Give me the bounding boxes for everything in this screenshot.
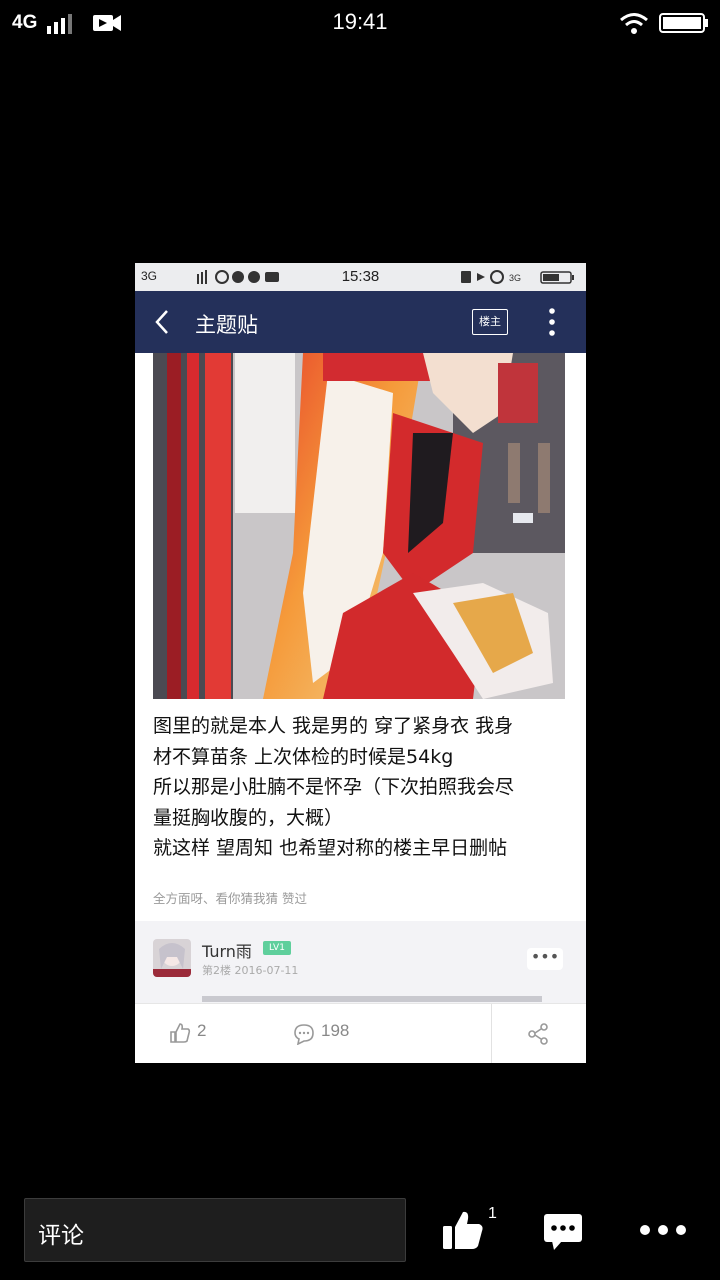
clock: 19:41 bbox=[332, 9, 388, 34]
post-line: 量挺胸收腹的，大概） bbox=[153, 806, 344, 829]
like-count: 1 bbox=[488, 1205, 497, 1222]
comment-input[interactable]: 评论 bbox=[24, 1198, 406, 1262]
reply-meta: 第2楼 2016-07-11 bbox=[202, 964, 299, 977]
user-avatar bbox=[153, 939, 191, 977]
like-outline-icon bbox=[170, 1023, 191, 1043]
reply-username: Turn雨 bbox=[202, 942, 252, 961]
comment-input-placeholder: 评论 bbox=[38, 1223, 84, 1249]
viewed-screenshot: 3G 15:38 3G 主题贴 楼主 图里的就是本人 我是男的 穿了紧身衣 我身… bbox=[135, 263, 586, 1063]
share-icon bbox=[528, 1023, 548, 1045]
comment-outline-icon bbox=[294, 1024, 314, 1045]
inner-status-icons: 3G bbox=[461, 270, 574, 284]
more-options-icon[interactable] bbox=[638, 1220, 688, 1240]
inner-page-title: 主题贴 bbox=[195, 313, 258, 337]
post-line: 材不算苗条 上次体检的时候是54kg bbox=[153, 745, 454, 768]
battery-icon bbox=[659, 13, 708, 33]
footer-divider bbox=[491, 1004, 492, 1063]
more-vertical-icon bbox=[549, 308, 555, 336]
inner-status-bar: 3G 15:38 3G bbox=[135, 263, 586, 291]
svg-text:3G: 3G bbox=[509, 273, 521, 283]
post-tags: 全方面呀、看你猜我猜 赞过 bbox=[153, 891, 307, 906]
comment-bubble-icon[interactable] bbox=[543, 1213, 583, 1251]
post-body: 图里的就是本人 我是男的 穿了紧身衣 我身 材不算苗条 上次体检的时候是54kg… bbox=[153, 711, 573, 864]
level-badge: LV1 bbox=[263, 941, 291, 955]
post-line: 就这样 望周知 也希望对称的楼主早日删帖 bbox=[153, 837, 508, 859]
owner-only-badge: 楼主 bbox=[472, 309, 508, 335]
inner-nav-bar: 主题贴 楼主 bbox=[135, 291, 586, 353]
more-horizontal-icon: ••• bbox=[527, 948, 563, 970]
cosplay-photo bbox=[153, 353, 565, 699]
inner-comment-count: 198 bbox=[321, 1021, 350, 1040]
thumbs-up-icon[interactable] bbox=[441, 1209, 485, 1251]
wifi-icon bbox=[620, 13, 648, 34]
inner-footer: 2 198 bbox=[135, 1003, 586, 1063]
post-line: 图里的就是本人 我是男的 穿了紧身衣 我身 bbox=[153, 715, 514, 737]
back-arrow-icon bbox=[155, 310, 168, 334]
post-line: 所以那是小肚腩不是怀孕（下次拍照我会尽 bbox=[153, 776, 515, 798]
status-bar: 4G 19:41 bbox=[0, 0, 720, 46]
inner-like-count: 2 bbox=[197, 1021, 207, 1040]
